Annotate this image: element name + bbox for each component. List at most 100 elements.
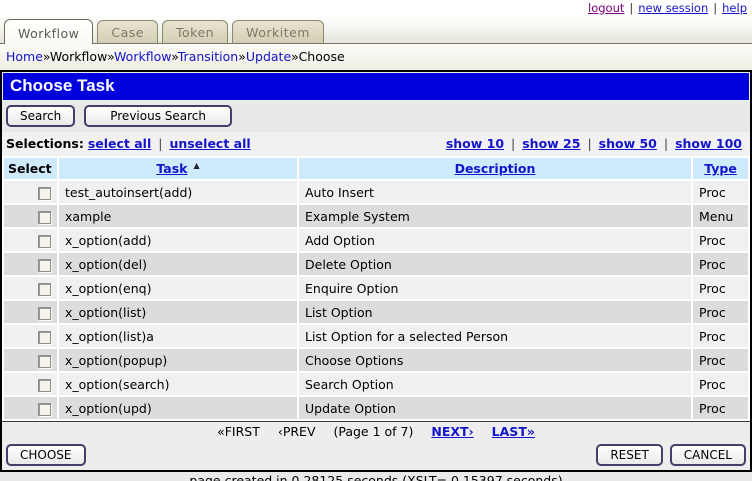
type-cell: Menu xyxy=(693,205,748,228)
row-checkbox[interactable] xyxy=(38,306,51,320)
page-info: (Page 1 of 7) xyxy=(333,424,414,440)
breadcrumb-workflow-link[interactable]: Workflow xyxy=(114,49,171,64)
link-separator: | xyxy=(629,0,634,15)
type-cell: Proc xyxy=(693,229,748,252)
type-cell: Proc xyxy=(693,253,748,276)
row-checkbox[interactable] xyxy=(38,186,51,200)
select-cell xyxy=(4,253,57,276)
task-cell: x_option(add) xyxy=(59,229,297,252)
breadcrumb-update-link[interactable]: Update xyxy=(246,49,291,64)
previous-search-button[interactable]: Previous Search xyxy=(84,105,232,127)
reset-button[interactable]: RESET xyxy=(596,444,663,467)
page-timing-footer: page created in 0.28125 seconds (XSLT= 0… xyxy=(0,472,752,481)
task-cell: x_option(upd) xyxy=(59,397,297,420)
breadcrumb-transition-link[interactable]: Transition xyxy=(178,49,238,64)
task-sort-link[interactable]: Task xyxy=(156,161,187,176)
type-sort-link[interactable]: Type xyxy=(704,161,737,176)
type-cell: Proc xyxy=(693,397,748,420)
selections-row: Selections: select all | unselect all sh… xyxy=(2,132,750,156)
row-checkbox[interactable] xyxy=(38,354,51,368)
type-cell: Proc xyxy=(693,301,748,324)
type-cell: Proc xyxy=(693,349,748,372)
select-cell xyxy=(4,229,57,252)
description-sort-link[interactable]: Description xyxy=(455,161,536,176)
tab-strip: Workflow Case Token Workitem xyxy=(0,15,752,44)
breadcrumb-home[interactable]: Home xyxy=(6,49,43,64)
description-cell: Choose Options xyxy=(299,349,691,372)
table-row: x_option(del) Delete Option Proc xyxy=(4,253,748,276)
description-cell: List Option xyxy=(299,301,691,324)
row-checkbox[interactable] xyxy=(38,330,51,344)
divider: | xyxy=(158,136,163,151)
page-title: Choose Task xyxy=(3,73,749,100)
table-row: x_option(popup) Choose Options Proc xyxy=(4,349,748,372)
breadcrumb-separator: » xyxy=(107,49,115,64)
task-cell: x_option(list) xyxy=(59,301,297,324)
task-table: Select Task ▲ Description Type test_autoi… xyxy=(2,156,750,422)
row-checkbox[interactable] xyxy=(38,210,51,224)
breadcrumb: Home»Workflow»Workflow»Transition»Update… xyxy=(0,43,752,70)
tab-workflow[interactable]: Workflow xyxy=(4,19,94,44)
help-link[interactable]: help xyxy=(722,1,747,15)
task-cell: x_option(list)a xyxy=(59,325,297,348)
task-cell: x_option(search) xyxy=(59,373,297,396)
main-content-box: Choose Task Search Previous Search Selec… xyxy=(0,70,752,473)
cancel-button[interactable]: CANCEL xyxy=(669,444,746,467)
table-row: test_autoinsert(add) Auto Insert Proc xyxy=(4,181,748,204)
select-cell xyxy=(4,205,57,228)
select-cell xyxy=(4,277,57,300)
description-cell: Search Option xyxy=(299,373,691,396)
description-cell: Example System xyxy=(299,205,691,228)
show-10-link[interactable]: show 10 xyxy=(446,136,504,151)
select-cell xyxy=(4,301,57,324)
tab-workitem[interactable]: Workitem xyxy=(232,20,324,43)
choose-button[interactable]: CHOOSE xyxy=(6,444,86,467)
description-cell: Add Option xyxy=(299,229,691,252)
pagination: «FIRST ‹PREV (Page 1 of 7) NEXT› LAST» xyxy=(2,422,750,443)
task-cell: test_autoinsert(add) xyxy=(59,181,297,204)
unselect-all-link[interactable]: unselect all xyxy=(169,136,250,151)
selections-left: Selections: select all | unselect all xyxy=(6,136,251,151)
table-row: x_option(enq) Enquire Option Proc xyxy=(4,277,748,300)
show-100-link[interactable]: show 100 xyxy=(675,136,742,151)
table-row: x_option(upd) Update Option Proc xyxy=(4,397,748,420)
breadcrumb-workflow-static: Workflow xyxy=(49,49,108,64)
type-cell: Proc xyxy=(693,373,748,396)
tab-case[interactable]: Case xyxy=(97,20,158,43)
description-column-header: Description xyxy=(299,158,691,180)
tab-token[interactable]: Token xyxy=(162,20,229,43)
type-cell: Proc xyxy=(693,325,748,348)
table-row: x_option(list) List Option Proc xyxy=(4,301,748,324)
task-column-header: Task ▲ xyxy=(59,158,297,180)
table-row: xample Example System Menu xyxy=(4,205,748,228)
first-page-disabled: «FIRST xyxy=(217,424,260,440)
table-row: x_option(list)a List Option for a select… xyxy=(4,325,748,348)
divider: | xyxy=(587,136,592,151)
table-row: x_option(search) Search Option Proc xyxy=(4,373,748,396)
task-cell: x_option(del) xyxy=(59,253,297,276)
row-checkbox[interactable] xyxy=(38,258,51,272)
action-button-row: CHOOSE RESET CANCEL xyxy=(2,442,750,471)
show-links: show 10 | show 25 | show 50 | show 100 xyxy=(446,136,742,151)
top-link-bar: logout | new session | help xyxy=(0,0,752,15)
select-column-header: Select xyxy=(4,158,57,180)
row-checkbox[interactable] xyxy=(38,402,51,416)
row-checkbox[interactable] xyxy=(38,378,51,392)
description-cell: Auto Insert xyxy=(299,181,691,204)
row-checkbox[interactable] xyxy=(38,234,51,248)
selections-label: Selections: xyxy=(6,136,84,151)
show-25-link[interactable]: show 25 xyxy=(522,136,580,151)
select-all-link[interactable]: select all xyxy=(88,136,151,151)
breadcrumb-separator: » xyxy=(42,49,50,64)
new-session-link[interactable]: new session xyxy=(638,1,708,15)
next-page-link[interactable]: NEXT› xyxy=(431,424,473,439)
task-cell: x_option(enq) xyxy=(59,277,297,300)
sort-ascending-icon: ▲ xyxy=(193,161,200,170)
last-page-link[interactable]: LAST» xyxy=(492,424,535,439)
search-button[interactable]: Search xyxy=(6,105,76,127)
row-checkbox[interactable] xyxy=(38,282,51,296)
prev-page-disabled: ‹PREV xyxy=(277,424,316,440)
logout-link[interactable]: logout xyxy=(588,1,624,15)
divider: | xyxy=(511,136,516,151)
show-50-link[interactable]: show 50 xyxy=(599,136,657,151)
